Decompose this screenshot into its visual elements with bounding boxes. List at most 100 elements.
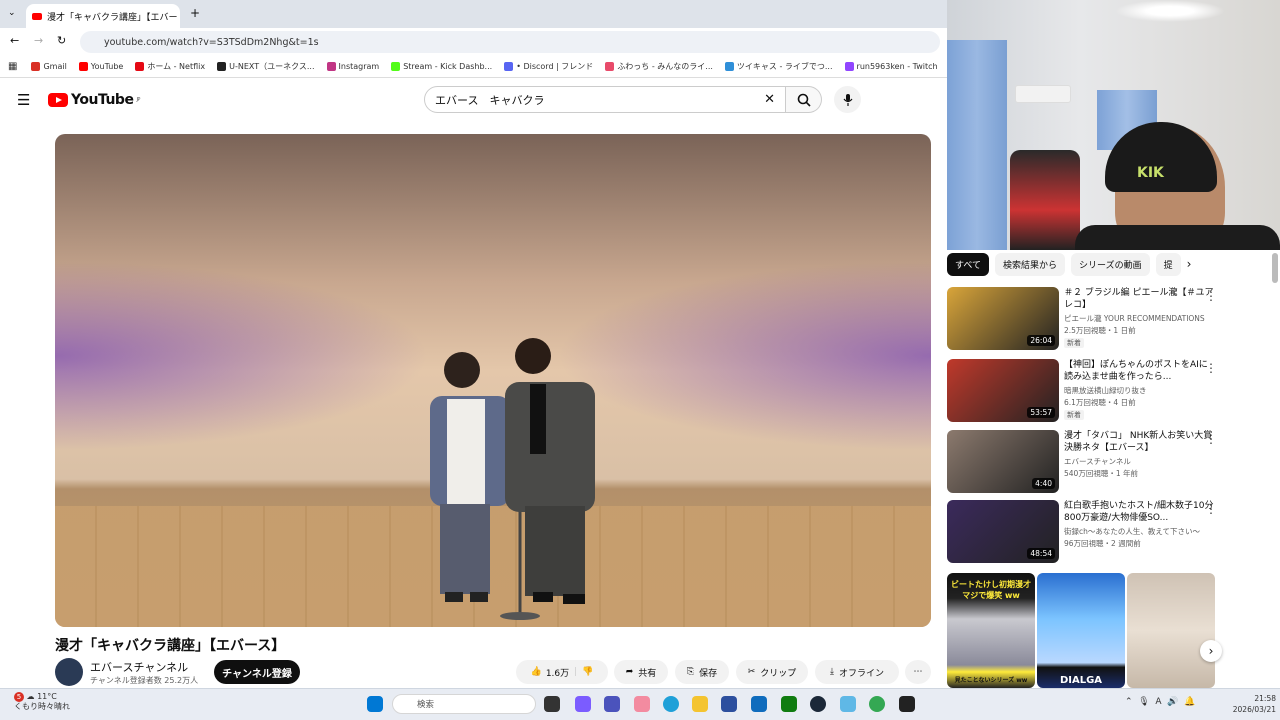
microphone-icon <box>843 93 852 106</box>
webcam-person-shirt <box>1075 225 1280 250</box>
short-thumbnail[interactable]: ビートたけし初期漫才 マジで爆笑 ww 見たことないシリーズ ww <box>947 573 1035 688</box>
taskbar-clock[interactable]: 21:58 2026/03/21 <box>1218 693 1276 715</box>
bookmark-favicon-icon <box>217 62 227 71</box>
recommendation-title[interactable]: 紅白歌手抱いたホスト/細木数子10分800万豪遊/大物俳優SO... <box>1064 500 1214 524</box>
recommendation-channel[interactable]: ピエール瀧 YOUR RECOMMENDATIONS <box>1064 313 1214 324</box>
video-player[interactable] <box>55 134 931 627</box>
sidebar-scrollbar[interactable] <box>1272 253 1278 283</box>
chrome-icon[interactable] <box>869 696 885 712</box>
recommendation-item[interactable]: 48:54 紅白歌手抱いたホスト/細木数子10分800万豪遊/大物俳優SO... 街… <box>947 500 1272 564</box>
recommendation-meta: 96万回視聴・2 週間前 <box>1064 539 1141 548</box>
channel-avatar[interactable] <box>55 658 83 686</box>
video-thumbnail[interactable]: 48:54 <box>947 500 1059 563</box>
youtube-logo[interactable]: YouTube JP <box>48 92 140 108</box>
chip-provided[interactable]: 提 <box>1155 252 1181 276</box>
taskbar-search[interactable]: 検索 <box>392 694 536 714</box>
copilot-icon[interactable] <box>575 696 591 712</box>
bookmark-item[interactable]: Instagram <box>326 62 379 71</box>
browser-tab-strip: ⌄ 漫才「キャバクラ講座」【エバー 🔊 ✕ + <box>0 0 947 28</box>
more-actions-button[interactable]: ⋯ <box>905 660 931 684</box>
search-query: エバース キャバクラ <box>435 93 545 107</box>
recommendation-channel[interactable]: 街録ch〜あなたの人生、教えて下さい〜 <box>1064 526 1214 537</box>
apps-grid-icon[interactable]: ▦ <box>8 61 17 72</box>
new-badge: 新着 <box>1064 410 1084 420</box>
edge-icon[interactable] <box>663 696 679 712</box>
recommendation-channel[interactable]: 暗黒放送横山緑切り抜き <box>1064 385 1214 396</box>
recommendation-title[interactable]: 【神回】ぽんちゃんのポストをAIに読み込ませ曲を作ったら... <box>1064 359 1214 383</box>
offline-button[interactable]: ⤓ オフライン <box>815 660 899 684</box>
like-button[interactable]: 👍 1.6万 <box>531 666 570 679</box>
shorts-next-button[interactable]: › <box>1200 640 1222 662</box>
back-icon[interactable]: ← <box>10 34 19 47</box>
bookmark-label: ホーム - Netflix <box>147 62 206 71</box>
voice-search-button[interactable] <box>834 86 861 113</box>
outlook-icon[interactable] <box>751 696 767 712</box>
duration-badge: 48:54 <box>1027 548 1055 559</box>
bookmark-favicon-icon <box>504 62 514 71</box>
duration-badge: 4:40 <box>1032 478 1055 489</box>
subscribe-button[interactable]: チャンネル登録 <box>214 660 300 684</box>
bookmark-item[interactable]: ホーム - Netflix <box>135 61 205 72</box>
forward-icon[interactable]: → <box>34 34 43 47</box>
chip-series[interactable]: シリーズの動画 <box>1071 252 1150 276</box>
system-tray[interactable]: ⌃ 🎙 A 🔊 🔔 <box>1125 697 1195 707</box>
subscriber-count: チャンネル登録者数 25.2万人 <box>90 676 199 685</box>
recommendation-channel[interactable]: エバースチャンネル <box>1064 456 1214 467</box>
share-button[interactable]: ➦ 共有 <box>614 660 668 684</box>
recommendation-item[interactable]: 4:40 漫才「タバコ」 NHK新人お笑い大賞決勝ネタ【エバース】エバースチャンネ… <box>947 430 1272 494</box>
youtube-favicon-icon <box>32 12 42 20</box>
teams-icon[interactable] <box>604 696 620 712</box>
clock-time: 21:58 <box>1254 694 1276 703</box>
more-vertical-icon[interactable]: ⋮ <box>1205 502 1217 516</box>
short-thumbnail[interactable]: DIALGA <box>1037 573 1125 688</box>
chevron-right-icon[interactable]: › <box>1187 257 1192 271</box>
steam-icon[interactable] <box>810 696 826 712</box>
duration-badge: 26:04 <box>1027 335 1055 346</box>
recommendation-meta: 540万回視聴・1 年前 <box>1064 469 1138 478</box>
dislike-button[interactable]: 👎 <box>582 667 593 677</box>
more-vertical-icon[interactable]: ⋮ <box>1205 432 1217 446</box>
save-button[interactable]: ⎘ 保存 <box>675 660 729 684</box>
xbox-icon[interactable] <box>781 696 797 712</box>
windows-start-icon[interactable] <box>367 696 383 712</box>
app-icon[interactable] <box>840 696 856 712</box>
reload-icon[interactable]: ↻ <box>57 34 66 47</box>
file-explorer-icon[interactable] <box>692 696 708 712</box>
video-thumbnail[interactable]: 53:57 <box>947 359 1059 422</box>
bookmark-item[interactable]: • Discord | フレンド <box>504 61 593 72</box>
recommendation-item[interactable]: 26:04 ＃２ ブラジル編 ピエール瀧【＃ユアレコ】ピエール瀧 YOUR REC… <box>947 287 1272 351</box>
weather-widget[interactable]: 5 ☁ 11°C くもり時々晴れ <box>14 692 70 712</box>
clip-button[interactable]: ✂ クリップ <box>736 660 808 684</box>
new-tab-button[interactable]: + <box>190 6 200 20</box>
more-vertical-icon[interactable]: ⋮ <box>1205 289 1217 303</box>
bookmark-item[interactable]: run5963ken - Twitch <box>844 62 938 71</box>
thumbs-down-icon: 👎 <box>582 667 594 677</box>
recommendation-item[interactable]: 53:57 【神回】ぽんちゃんのポストをAIに読み込ませ曲を作ったら... 暗黒放送… <box>947 359 1272 423</box>
recommendation-title[interactable]: 漫才「タバコ」 NHK新人お笑い大賞決勝ネタ【エバース】 <box>1064 430 1214 454</box>
browser-tab[interactable]: 漫才「キャバクラ講座」【エバー 🔊 ✕ <box>26 4 180 28</box>
bookmark-item[interactable]: U-NEXT（ユーネクス... <box>217 61 315 72</box>
task-view-icon[interactable] <box>544 696 560 712</box>
chip-from-search[interactable]: 検索結果から <box>995 252 1066 276</box>
more-vertical-icon[interactable]: ⋮ <box>1205 361 1217 375</box>
video-thumbnail[interactable]: 4:40 <box>947 430 1059 493</box>
app-icon[interactable] <box>634 696 650 712</box>
menu-icon[interactable]: ☰ <box>17 91 30 109</box>
bookmark-item[interactable]: Stream - Kick Dashb... <box>391 62 492 71</box>
tab-list-icon[interactable]: ⌄ <box>8 8 16 18</box>
store-icon[interactable] <box>721 696 737 712</box>
channel-name[interactable]: エバースチャンネル <box>90 659 188 675</box>
obs-icon[interactable] <box>899 696 915 712</box>
bookmark-item[interactable]: ツイキャス - ライブでつ... <box>724 61 833 72</box>
video-thumbnail[interactable]: 26:04 <box>947 287 1059 350</box>
clear-search-icon[interactable]: ✕ <box>764 92 775 107</box>
chip-all[interactable]: すべて <box>947 252 990 276</box>
recommendation-title[interactable]: ＃２ ブラジル編 ピエール瀧【＃ユアレコ】 <box>1064 287 1214 311</box>
bookmark-item[interactable]: YouTube <box>78 62 123 71</box>
address-bar[interactable]: youtube.com/watch?v=S3TSdDm2Nhg&t=1s <box>80 31 940 53</box>
short-thumbnail[interactable] <box>1127 573 1215 688</box>
bookmark-item[interactable]: Gmail <box>31 62 67 71</box>
search-button[interactable] <box>786 86 822 113</box>
bookmark-item[interactable]: ふわっち - みんなのライ... <box>605 61 713 72</box>
search-input[interactable]: エバース キャバクラ ✕ <box>424 86 786 113</box>
